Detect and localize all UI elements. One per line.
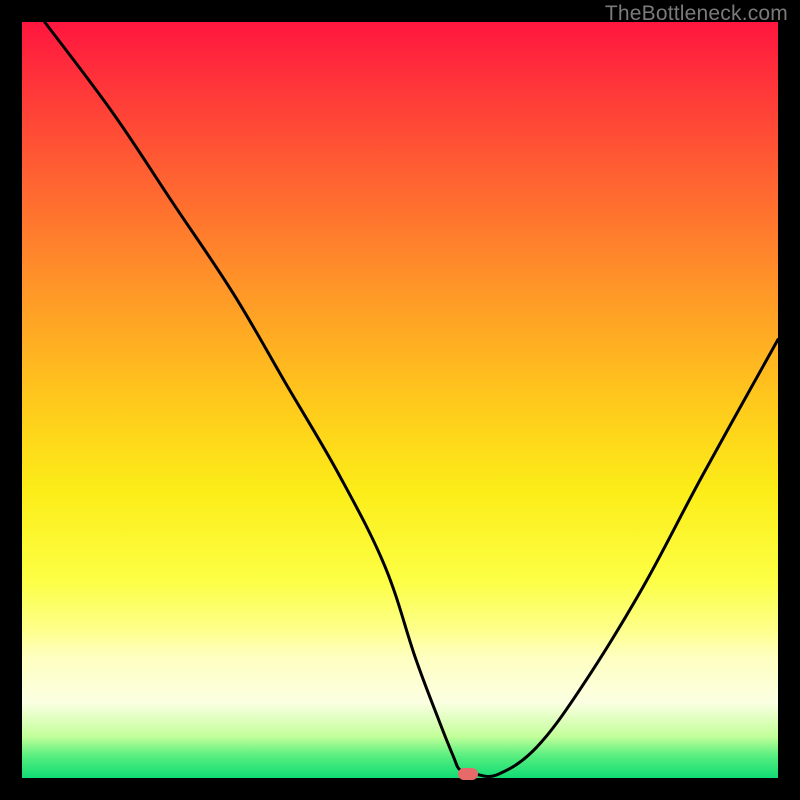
- optimum-marker: [458, 768, 478, 780]
- bottleneck-curve: [22, 22, 778, 778]
- chart-frame: TheBottleneck.com: [0, 0, 800, 800]
- plot-area: [22, 22, 778, 778]
